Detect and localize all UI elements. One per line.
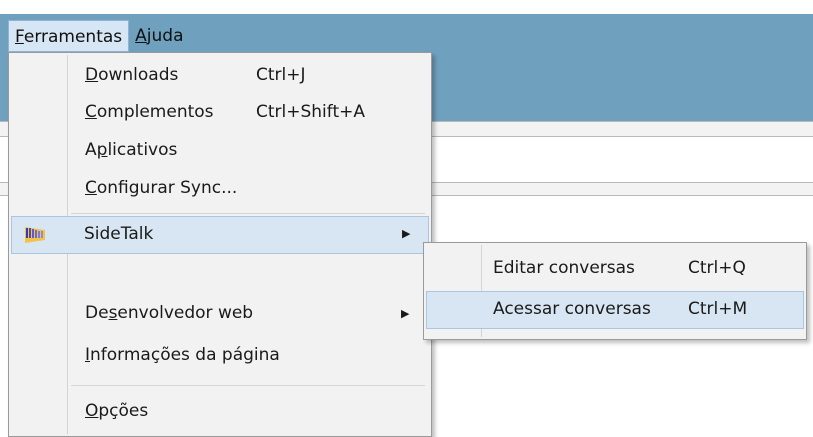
sidetalk-icon [25, 227, 45, 243]
menu-item-label: Informações da página [85, 345, 280, 365]
top-strip [0, 0, 813, 14]
menu-item-complementos[interactable]: Complementos Ctrl+Shift+A [11, 95, 429, 131]
menu-item-label: Opções [85, 401, 149, 421]
submenu-arrow-icon: ▶ [401, 307, 410, 320]
menu-item-label: Downloads [85, 65, 179, 85]
menu-item-label: Desenvolvedor web [85, 303, 254, 323]
menu-separator [71, 213, 425, 214]
menu-item-informacoes-pagina[interactable]: Informações da página [11, 338, 429, 374]
menu-item-label: Editar conversas [493, 258, 635, 278]
menu-item-shortcut: Ctrl+Q [688, 258, 746, 278]
menubar-accel: F [15, 27, 24, 47]
tools-menu: Downloads Ctrl+J Complementos Ctrl+Shift… [8, 52, 432, 437]
menubar-label-rest: erramentas [23, 27, 123, 47]
menu-item-shortcut: Ctrl+M [688, 299, 748, 319]
menu-item-configurar-sync[interactable]: Configurar Sync... [11, 171, 429, 207]
menu-item-aplicativos[interactable]: Aplicativos [11, 133, 429, 169]
menu-item-desenvolvedor-web[interactable]: Desenvolvedor web ▶ [11, 296, 429, 332]
menu-item-shortcut: Ctrl+Shift+A [256, 102, 366, 122]
menu-item-shortcut: Ctrl+J [256, 65, 306, 85]
menubar-accel: A [135, 26, 147, 46]
menu-item-downloads[interactable]: Downloads Ctrl+J [11, 58, 429, 94]
menu-item-opcoes[interactable]: Opções [11, 394, 429, 430]
menubar-item-ferramentas[interactable]: Ferramentas [8, 20, 130, 52]
menu-item-label: SideTalk [84, 224, 154, 244]
menu-separator [71, 385, 425, 386]
menu-item-label: Complementos [85, 102, 214, 122]
menubar: Ferramentas Ajuda [8, 20, 190, 52]
menu-item-sidetalk[interactable]: SideTalk ▶ [11, 216, 429, 254]
submenu-item-editar-conversas[interactable]: Editar conversas Ctrl+Q [426, 251, 804, 287]
menubar-item-ajuda[interactable]: Ajuda [129, 20, 189, 52]
menu-item-label: Configurar Sync... [85, 178, 238, 198]
submenu-item-acessar-conversas[interactable]: Acessar conversas Ctrl+M [426, 291, 804, 329]
menubar-label-rest: juda [146, 26, 184, 46]
sidetalk-submenu: Editar conversas Ctrl+Q Acessar conversa… [423, 242, 807, 340]
submenu-arrow-icon: ▶ [402, 227, 411, 240]
menu-item-label: Acessar conversas [493, 299, 651, 319]
menu-item-label: Aplicativos [85, 140, 178, 160]
